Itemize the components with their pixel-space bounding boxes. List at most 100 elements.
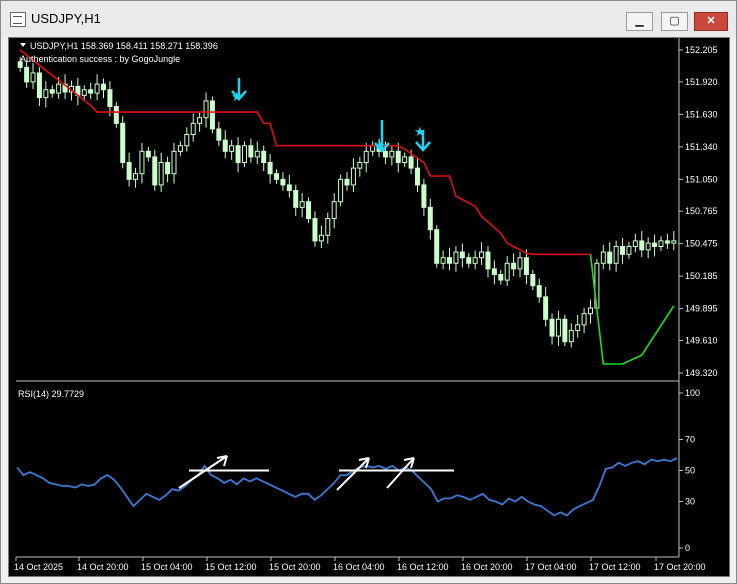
candle-body: [632, 240, 638, 247]
time-tick-label: 17 Oct 04:00: [525, 562, 577, 572]
time-tick-label: 15 Oct 04:00: [141, 562, 193, 572]
candle-body: [530, 273, 536, 287]
time-tick-label: 15 Oct 20:00: [269, 562, 321, 572]
signal-star-icon: ★: [231, 89, 243, 104]
maximize-button[interactable]: ▢: [661, 12, 688, 31]
candle-body: [485, 251, 491, 270]
candle-body: [30, 72, 36, 83]
candle-body: [600, 251, 606, 264]
time-tick-label: 16 Oct 04:00: [333, 562, 385, 572]
rsi-tick-label: 50: [685, 466, 695, 476]
candle-body: [101, 83, 107, 91]
candle-body: [331, 201, 337, 219]
time-tick-label: 15 Oct 12:00: [205, 562, 257, 572]
candle-body: [395, 150, 401, 164]
rsi-tick-label: 100: [685, 388, 700, 398]
candle-body: [626, 245, 632, 255]
candle-body: [280, 178, 286, 186]
candle-body: [587, 307, 593, 315]
candle-body: [318, 234, 324, 242]
candle-body: [440, 257, 446, 264]
candle-body: [620, 245, 626, 255]
candle-body: [453, 251, 459, 264]
rsi-layer: [16, 455, 678, 517]
chart-window-icon: [10, 12, 26, 27]
support-line: [589, 254, 675, 365]
symbol-header: USDJPY,H1 158.369 158.411 158.271 158.39…: [30, 41, 218, 51]
time-tick-label: 17 Oct 12:00: [589, 562, 641, 572]
candle-body: [645, 242, 651, 251]
candle-body: [523, 257, 529, 275]
candle-body: [312, 217, 318, 242]
candle-body: [511, 262, 517, 270]
candle-body: [133, 173, 139, 180]
close-button[interactable]: ✕: [694, 12, 728, 31]
candle-body: [267, 162, 273, 175]
price-chart-svg[interactable]: ★★★ 152.205151.920151.630151.340151.0501…: [9, 38, 731, 578]
price-tick-label: 149.320: [685, 368, 718, 378]
candle-body: [49, 89, 55, 94]
candle-body: [293, 190, 299, 208]
candle-body: [549, 318, 555, 337]
candle-body: [607, 251, 613, 264]
candle-body: [235, 145, 241, 164]
candle-body: [344, 178, 350, 186]
candle-body: [171, 150, 177, 175]
time-tick-label: 16 Oct 12:00: [397, 562, 449, 572]
rsi-axis: 100 70 50 30 0: [679, 388, 700, 553]
candle-body: [126, 162, 132, 180]
candle-body: [389, 150, 395, 158]
time-tick-label: 14 Oct 20:00: [77, 562, 129, 572]
candle-body: [498, 273, 504, 281]
candle-body: [88, 89, 94, 94]
price-tick-label: 149.610: [685, 336, 718, 346]
price-tick-label: 149.895: [685, 304, 718, 314]
candle-body: [459, 251, 465, 259]
annotation-arrow-shaft: [336, 457, 370, 491]
price-tick-label: 151.920: [685, 77, 718, 87]
candle-body: [421, 184, 427, 208]
candle-body: [94, 83, 100, 94]
auth-status-text: Authentication success : by GogoJungle: [20, 54, 180, 64]
candle-body: [408, 156, 414, 169]
candle-body: [357, 162, 363, 169]
candles-layer: [17, 57, 677, 348]
candle-body: [479, 251, 485, 259]
candle-body: [241, 145, 247, 164]
candle-body: [24, 66, 30, 83]
minimize-button[interactable]: ▁: [626, 12, 653, 31]
candle-body: [543, 296, 549, 320]
signal-arrows-layer: ★ ★ ★: [231, 78, 431, 153]
candle-body: [562, 318, 568, 343]
time-tick-label: 17 Oct 20:00: [654, 562, 706, 572]
time-axis: 14 Oct 2025 14 Oct 20:00 15 Oct 04:00 15 Oc…: [14, 557, 706, 572]
rsi-tick-label: 0: [685, 543, 690, 553]
candle-body: [517, 257, 523, 270]
price-axis: 152.205 151.920 151.630 151.340 151.050 150.7…: [679, 45, 718, 378]
time-tick-label: 16 Oct 20:00: [461, 562, 513, 572]
candle-body: [338, 178, 344, 203]
chart-area[interactable]: ★ ★ ★ 152.205 151.920 151.630 151.340 151.050 1…: [8, 37, 730, 577]
title-bar[interactable]: USDJPY,H1 ▁ ▢ ✕: [1, 1, 736, 37]
candle-body: [491, 268, 497, 275]
candle-body: [466, 257, 472, 264]
candle-body: [145, 150, 151, 158]
candle-body: [613, 245, 619, 264]
rsi-line: [16, 457, 678, 517]
candle-body: [43, 89, 49, 99]
candle-body: [261, 150, 267, 164]
candle-body: [671, 240, 677, 244]
candle-body: [286, 184, 292, 192]
time-tick-label: 14 Oct 2025: [14, 562, 63, 572]
candle-body: [229, 145, 235, 152]
annotation-arrow-shaft: [178, 455, 228, 489]
candle-body: [555, 318, 561, 337]
candle-body: [81, 89, 87, 96]
candle-body: [203, 100, 209, 119]
dropdown-triangle-icon[interactable]: [20, 43, 26, 47]
candle-body: [107, 89, 113, 108]
candle-body: [447, 257, 453, 264]
candle-body: [434, 229, 440, 264]
candle-body: [184, 134, 190, 147]
candle-body: [177, 145, 183, 152]
